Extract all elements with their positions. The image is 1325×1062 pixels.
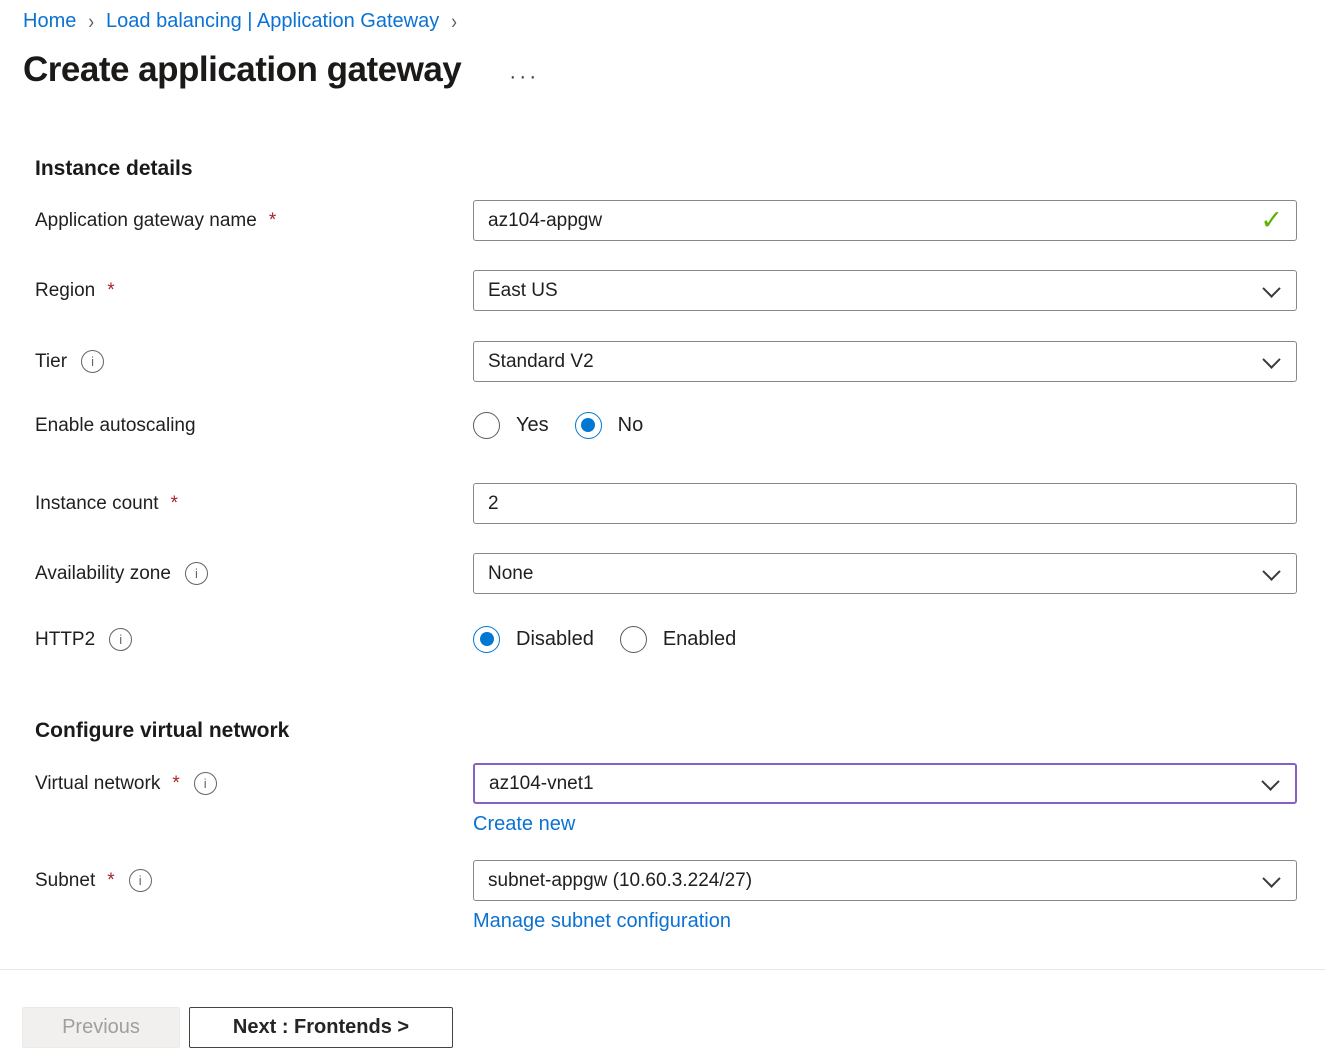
section-heading-configure-virtual-network: Configure virtual network [35,719,1325,743]
chevron-down-icon [1261,772,1279,790]
http2-enabled-label[interactable]: Enabled [663,628,736,651]
form-row-availability-zone: Availability zone None [0,553,1325,594]
enable-autoscaling-radio-group: Yes No [473,405,1297,445]
form-row-region: Region * East US [0,270,1325,311]
region-label: Region * [35,270,473,311]
footer-button-bar: Previous Next : Frontends > [22,1007,1325,1048]
breadcrumb: Home › Load balancing | Application Gate… [0,0,1325,33]
form-row-subnet: Subnet * subnet-appgw (10.60.3.224/27) M… [0,860,1325,933]
tier-dropdown[interactable]: Standard V2 [473,341,1297,382]
http2-radio-group: Disabled Enabled [473,619,1297,659]
http2-disabled-radio[interactable] [473,626,500,653]
instance-count-label: Instance count * [35,483,473,524]
page-title: Create application gateway [23,47,461,93]
region-dropdown-value: East US [488,280,558,302]
app-gateway-name-input[interactable] [473,200,1297,241]
chevron-down-icon [1262,279,1280,297]
info-icon[interactable] [185,562,208,585]
title-row: Create application gateway ··· [23,47,1325,93]
subnet-dropdown[interactable]: subnet-appgw (10.60.3.224/27) [473,860,1297,901]
virtual-network-dropdown[interactable]: az104-vnet1 [473,763,1297,804]
breadcrumb-load-balancing-link[interactable]: Load balancing | Application Gateway [106,10,439,33]
autoscaling-yes-radio[interactable] [473,412,500,439]
field-label: Enable autoscaling [35,415,196,437]
more-options-icon[interactable]: ··· [509,67,539,87]
required-asterisk: * [269,210,276,232]
http2-enabled-radio[interactable] [620,626,647,653]
instance-count-input[interactable] [473,483,1297,524]
availability-zone-dropdown[interactable]: None [473,553,1297,594]
enable-autoscaling-label: Enable autoscaling [35,405,473,446]
app-gateway-name-label: Application gateway name * [35,200,473,241]
form-row-app-gateway-name: Application gateway name * ✓ [0,200,1325,241]
subnet-label: Subnet * [35,860,473,901]
breadcrumb-home-link[interactable]: Home [23,10,76,33]
required-asterisk: * [107,280,114,302]
field-label: Availability zone [35,563,171,585]
info-icon[interactable] [194,772,217,795]
field-label: Application gateway name [35,210,257,232]
http2-disabled-label[interactable]: Disabled [516,628,594,651]
footer-divider [0,969,1325,970]
info-icon[interactable] [109,628,132,651]
tier-dropdown-value: Standard V2 [488,351,594,373]
field-label: Virtual network [35,773,160,795]
chevron-down-icon [1262,869,1280,887]
region-dropdown[interactable]: East US [473,270,1297,311]
breadcrumb-separator-icon: › [88,9,94,34]
availability-zone-label: Availability zone [35,553,473,594]
form-row-tier: Tier Standard V2 [0,341,1325,382]
chevron-down-icon [1262,350,1280,368]
field-label: Subnet [35,870,95,892]
field-label: Instance count [35,493,159,515]
valid-checkmark-icon: ✓ [1260,206,1283,233]
manage-subnet-configuration-link[interactable]: Manage subnet configuration [473,910,731,933]
field-label: Region [35,280,95,302]
next-frontends-button[interactable]: Next : Frontends > [189,1007,453,1048]
breadcrumb-separator-icon: › [451,9,457,34]
tier-label: Tier [35,341,473,382]
autoscaling-no-label[interactable]: No [618,414,644,437]
form-row-http2: HTTP2 Disabled Enabled [0,619,1325,660]
form-row-enable-autoscaling: Enable autoscaling Yes No [0,405,1325,446]
availability-zone-dropdown-value: None [488,563,533,585]
virtual-network-dropdown-value: az104-vnet1 [489,773,594,795]
info-icon[interactable] [129,869,152,892]
form-row-virtual-network: Virtual network * az104-vnet1 Create new [0,763,1325,836]
required-asterisk: * [171,493,178,515]
field-label: HTTP2 [35,629,95,651]
required-asterisk: * [107,870,114,892]
field-label: Tier [35,351,67,373]
http2-label: HTTP2 [35,619,473,660]
required-asterisk: * [172,773,179,795]
section-heading-instance-details: Instance details [35,157,1325,181]
autoscaling-no-radio[interactable] [575,412,602,439]
previous-button[interactable]: Previous [22,1007,180,1048]
chevron-down-icon [1262,562,1280,580]
subnet-dropdown-value: subnet-appgw (10.60.3.224/27) [488,870,752,892]
create-new-vnet-link[interactable]: Create new [473,813,575,836]
form-row-instance-count: Instance count * [0,483,1325,524]
virtual-network-label: Virtual network * [35,763,473,804]
autoscaling-yes-label[interactable]: Yes [516,414,549,437]
info-icon[interactable] [81,350,104,373]
